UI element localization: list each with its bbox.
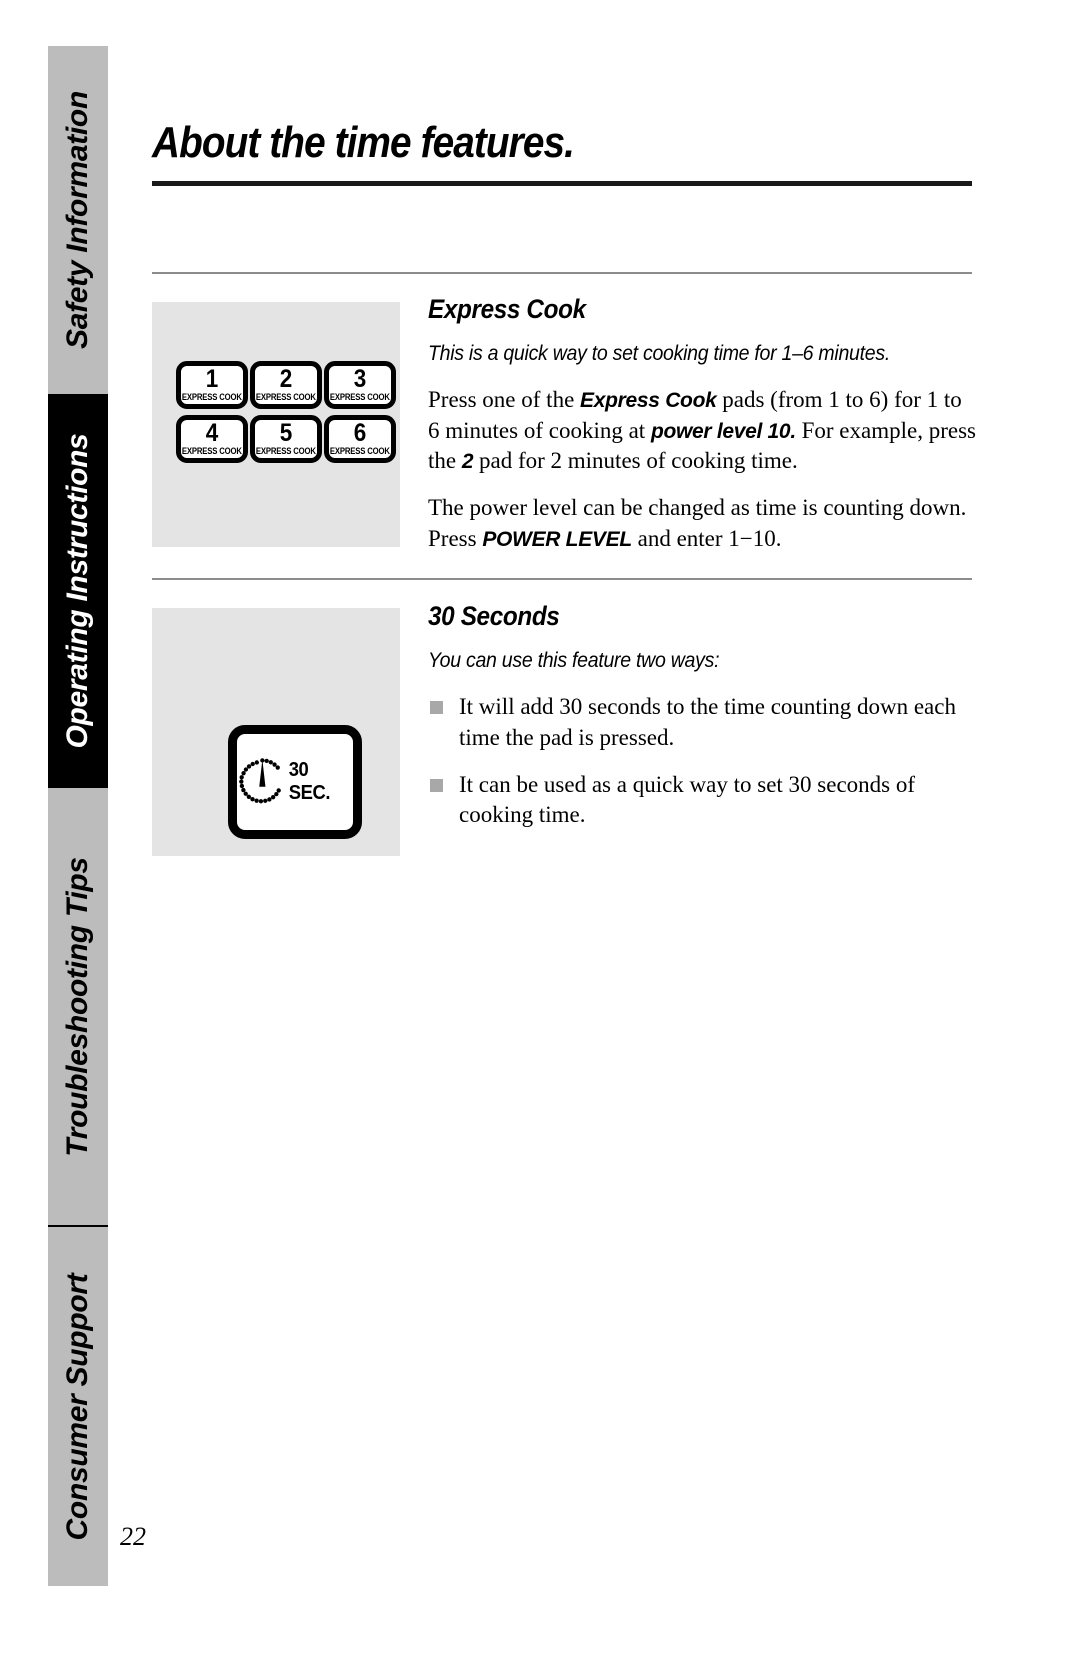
emphasis-power-level: POWER LEVEL (482, 527, 632, 551)
sidebar-tab-label: Consumer Support (61, 1273, 94, 1540)
thirty-seconds-heading: 30 Seconds (428, 601, 560, 631)
list-item-text: It will add 30 seconds to the time count… (459, 694, 956, 750)
pad-sublabel: EXPRESS COOK (256, 446, 316, 456)
express-cook-pad-2[interactable]: 2 EXPRESS COOK (250, 361, 322, 409)
sidebar-tab-label: Troubleshooting Tips (61, 856, 94, 1157)
express-cook-pad-4[interactable]: 4 EXPRESS COOK (176, 415, 248, 463)
title-underline-rule (152, 181, 972, 186)
timer-dial-icon (239, 758, 281, 804)
sidebar-tab-label: Operating Instructions (61, 433, 94, 749)
express-cook-illustration-panel: 1 EXPRESS COOK 2 EXPRESS COOK 3 EXPRESS … (152, 302, 400, 547)
express-cook-pad-3[interactable]: 3 EXPRESS COOK (324, 361, 396, 409)
thirty-seconds-bullet-list: It will add 30 seconds to the time count… (428, 692, 978, 830)
pad-number: 2 (279, 365, 293, 393)
sidebar-tab-troubleshooting-tips[interactable]: Troubleshooting Tips (48, 788, 108, 1225)
manual-page: Safety Information Operating Instruction… (0, 0, 1080, 1669)
page-number: 22 (120, 1522, 146, 1551)
list-item-text: It can be used as a quick way to set 30 … (459, 771, 916, 828)
pad-number: 3 (353, 365, 367, 393)
sidebar-tab-label: Safety Information (61, 91, 94, 349)
list-item: It will add 30 seconds to the time count… (428, 692, 978, 753)
pad-sublabel: EXPRESS COOK (182, 392, 242, 402)
emphasis-power-level-10: power level 10. (650, 419, 796, 443)
express-cook-heading: Express Cook (428, 294, 586, 324)
text-run: Press one of the (428, 387, 581, 413)
emphasis-express-cook: Express Cook (580, 389, 717, 413)
page-title: About the time features. (152, 118, 575, 167)
text-run: pad for 2 minutes of cooking time. (473, 447, 798, 473)
section-divider-30-seconds (152, 578, 972, 580)
express-cook-paragraph-1: Press one of the Express Cook pads (from… (428, 385, 978, 476)
express-cook-text-column: Express Cook This is a quick way to set … (428, 294, 978, 554)
express-cook-paragraph-2: The power level can be changed as time i… (428, 493, 978, 554)
express-cook-pad-5[interactable]: 5 EXPRESS COOK (250, 415, 322, 463)
thirty-seconds-intro: You can use this feature two ways: (428, 649, 720, 672)
thirty-seconds-pad-inner: 30 SEC. (237, 753, 353, 811)
sidebar-tab-safety-information[interactable]: Safety Information (48, 46, 108, 394)
thirty-seconds-text-column: 30 Seconds You can use this feature two … (428, 601, 978, 831)
pad-number: 6 (353, 419, 367, 447)
bullet-square-icon (430, 778, 443, 792)
emphasis-pad-2: 2 (461, 449, 474, 473)
list-item: It can be used as a quick way to set 30 … (428, 770, 978, 831)
section-divider-express-cook (152, 272, 972, 274)
express-cook-pad-6[interactable]: 6 EXPRESS COOK (324, 415, 396, 463)
pad-sublabel: EXPRESS COOK (330, 446, 390, 456)
thirty-seconds-illustration-panel: 30 SEC. (152, 608, 400, 856)
pad-sublabel: EXPRESS COOK (256, 392, 316, 402)
section-tab-rail: Safety Information Operating Instruction… (48, 46, 108, 1586)
thirty-seconds-pad[interactable]: 30 SEC. (228, 725, 362, 839)
express-cook-pad-1[interactable]: 1 EXPRESS COOK (176, 361, 248, 409)
bullet-square-icon (430, 701, 443, 715)
pad-sublabel: EXPRESS COOK (182, 446, 242, 456)
thirty-seconds-pad-label: 30 SEC. (288, 759, 330, 804)
sidebar-tab-consumer-support[interactable]: Consumer Support (48, 1227, 108, 1586)
pad-sublabel: EXPRESS COOK (330, 392, 390, 402)
page-title-wrap: About the time features. (152, 118, 972, 167)
sidebar-tab-operating-instructions[interactable]: Operating Instructions (48, 394, 108, 788)
text-run: and enter 1−10. (631, 525, 782, 551)
pad-number: 4 (205, 419, 219, 447)
express-cook-keypad: 1 EXPRESS COOK 2 EXPRESS COOK 3 EXPRESS … (176, 361, 396, 463)
pad-number: 1 (205, 365, 219, 393)
express-cook-intro: This is a quick way to set cooking time … (428, 342, 890, 365)
pad-number: 5 (279, 419, 293, 447)
